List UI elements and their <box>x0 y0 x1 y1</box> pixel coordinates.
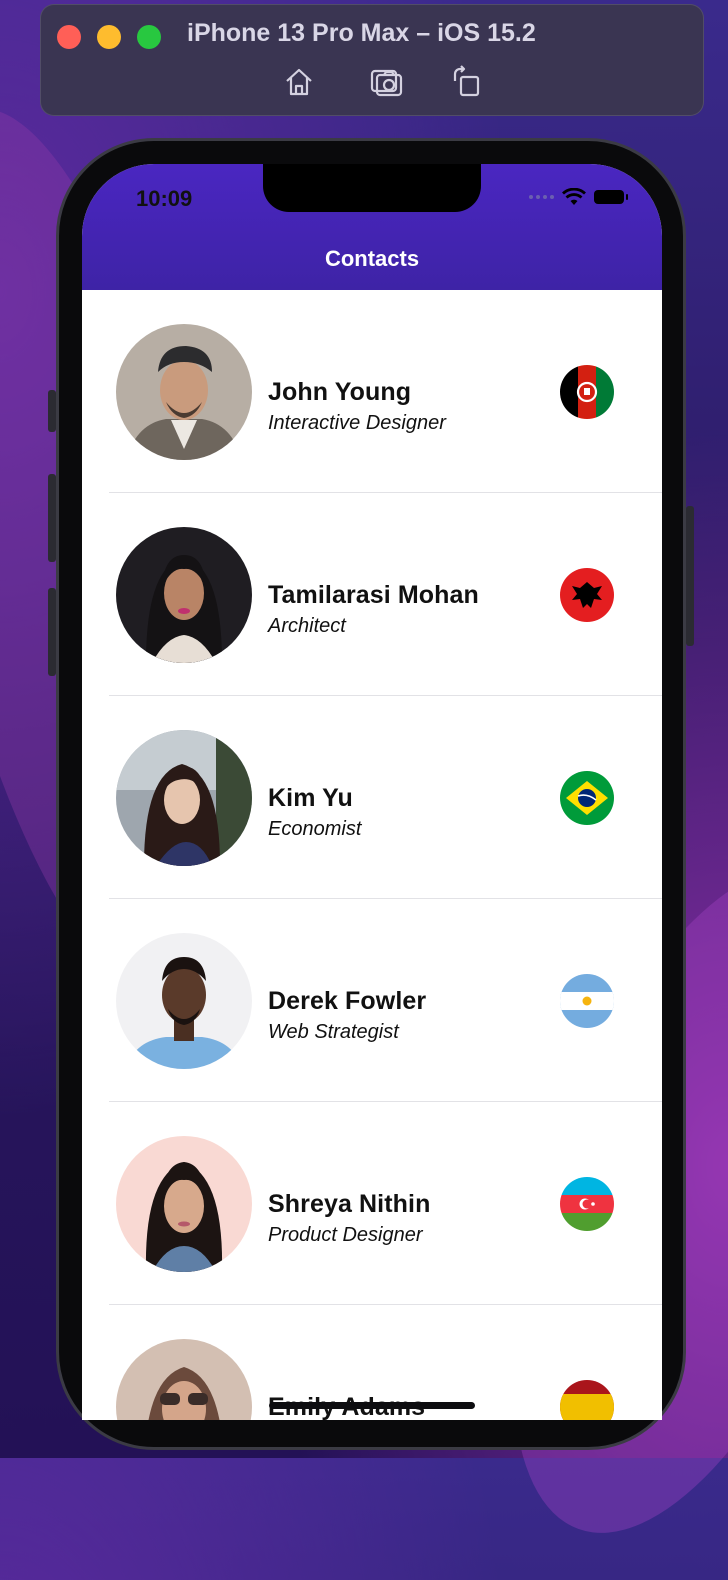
avatar <box>116 324 252 460</box>
signal-icon <box>529 195 554 199</box>
avatar <box>116 1136 252 1272</box>
screenshot-icon[interactable] <box>369 65 403 99</box>
contact-row[interactable]: Tamilarasi Mohan Architect <box>82 493 662 696</box>
avatar <box>116 933 252 1069</box>
wifi-icon <box>562 188 586 205</box>
avatar <box>116 1339 252 1420</box>
minimize-window-button[interactable] <box>97 25 121 49</box>
contact-row[interactable]: John Young Interactive Designer <box>82 290 662 493</box>
contact-title: Architect <box>268 615 346 637</box>
spain-flag-icon <box>560 1380 614 1420</box>
contact-row[interactable]: Shreya Nithin Product Designer <box>82 1102 662 1305</box>
contact-name: Tamilarasi Mohan <box>268 581 479 609</box>
page-title: Contacts <box>324 246 420 271</box>
azerbaijan-flag-icon <box>560 1177 614 1231</box>
contact-name: Kim Yu <box>268 784 353 812</box>
contact-name: John Young <box>268 378 412 406</box>
contact-row[interactable]: Kim Yu Economist <box>82 696 662 899</box>
mute-switch <box>48 390 56 432</box>
phone-screen: 10:09 Contacts John Young Interactive De… <box>82 164 662 1420</box>
contact-row[interactable]: Derek Fowler Web Strategist <box>82 899 662 1102</box>
avatar <box>116 527 252 663</box>
navigation-bar: 10:09 Contacts <box>82 164 662 290</box>
zoom-window-button[interactable] <box>137 25 161 49</box>
rotate-icon[interactable] <box>449 65 483 99</box>
contacts-list[interactable]: John Young Interactive Designer Tamilara… <box>82 290 662 1420</box>
contact-title: Web Strategist <box>268 1021 399 1043</box>
contact-title: Interactive Designer <box>268 412 446 434</box>
status-time: 10:09 <box>136 186 193 211</box>
volume-up-button <box>48 474 56 562</box>
close-window-button[interactable] <box>57 25 81 49</box>
afghanistan-flag-icon <box>560 365 614 419</box>
power-button <box>686 506 694 646</box>
contact-name: Derek Fowler <box>268 987 427 1015</box>
contact-name: Shreya Nithin <box>268 1190 431 1218</box>
brazil-flag-icon <box>560 771 614 825</box>
battery-icon <box>594 190 628 204</box>
home-icon[interactable] <box>282 65 316 99</box>
albania-flag-icon <box>560 568 614 622</box>
notch <box>263 164 481 212</box>
simulator-title-bar: iPhone 13 Pro Max – iOS 15.2 <box>40 4 704 116</box>
contact-title: Product Designer <box>268 1224 423 1246</box>
status-indicators <box>529 188 628 206</box>
simulator-title: iPhone 13 Pro Max – iOS 15.2 <box>187 19 536 47</box>
home-indicator[interactable] <box>269 1402 475 1409</box>
contact-title: Economist <box>268 818 362 840</box>
volume-down-button <box>48 588 56 676</box>
argentina-flag-icon <box>560 974 614 1028</box>
avatar <box>116 730 252 866</box>
